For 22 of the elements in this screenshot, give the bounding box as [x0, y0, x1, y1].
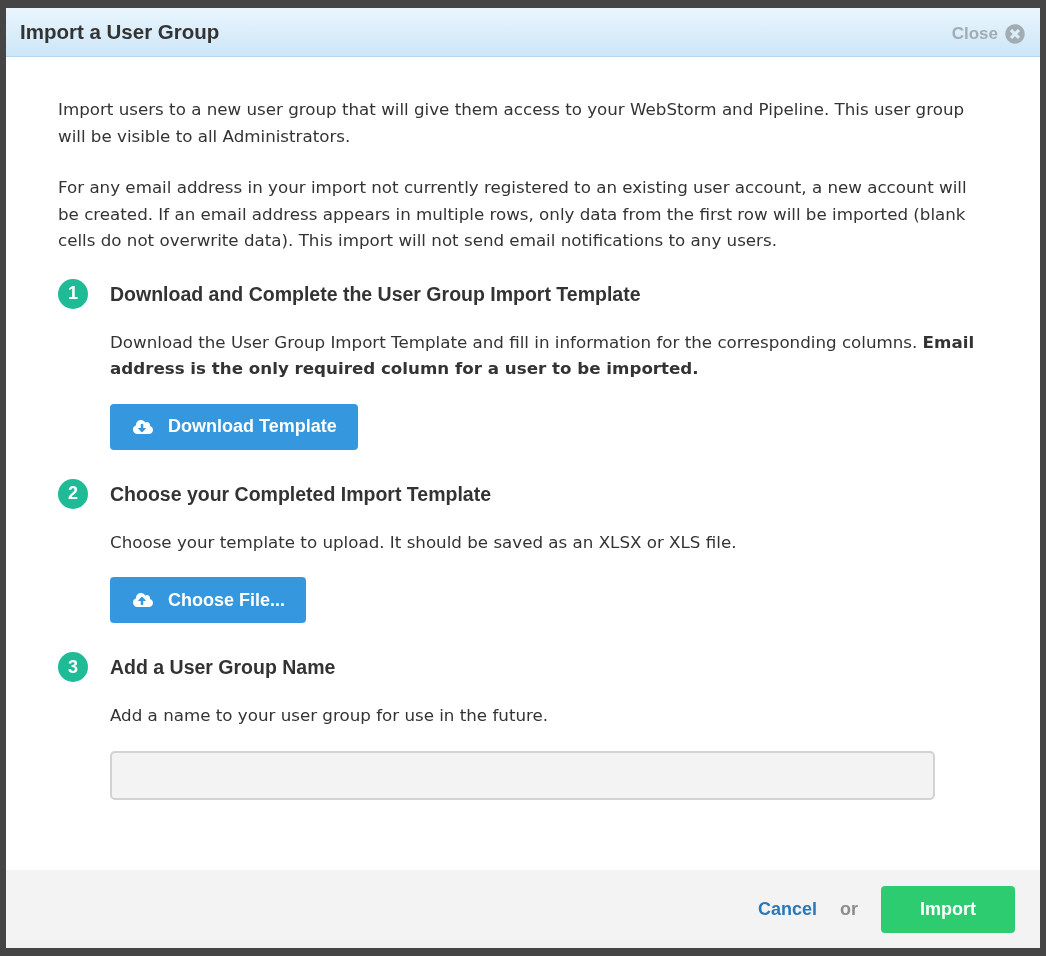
step-title: Choose your Completed Import Template: [110, 481, 491, 507]
cloud-upload-icon: [133, 592, 153, 608]
group-name-field[interactable]: [110, 750, 935, 800]
cancel-link[interactable]: Cancel: [757, 898, 817, 920]
intro-text: For any email address in your import not currently registered to an existing user account, a new account will be created. If an email address appears in multiple rows, only data from the first row will be imported (blank cells do not overwrite data). This import will not send email notifications to any users.: [58, 176, 968, 252]
cloud-download-icon: [133, 418, 153, 435]
download-button[interactable]: Download Template: [110, 403, 358, 450]
step-number: 3: [58, 652, 88, 682]
dialog-title: Import a User Group: [20, 19, 220, 45]
close-icon: [1005, 24, 1025, 44]
import-button[interactable]: Import: [881, 885, 1015, 933]
or-label: or: [840, 898, 858, 920]
step-title: Download and Complete the User Group Import Template: [110, 281, 641, 307]
step-description: Choose your template to upload. It should be saved as an XLSX or XLS file.: [110, 530, 737, 554]
intro-text: Import users to a new user group that will give them access to your WebStorm and Pipeline. This user group will be visible to all Administrators.: [58, 98, 966, 148]
step-description: Add a name to your user group for use in the future.: [110, 704, 549, 727]
close-button[interactable]: Close: [951, 24, 1025, 44]
step-number: 1: [58, 278, 88, 309]
step-description: Download the User Group Import Template and fill in information for the corresponding columns. Email address is the only required column for a user to be imported.: [110, 330, 976, 380]
step-number: 2: [58, 478, 88, 509]
upload-button[interactable]: Choose File...: [110, 577, 307, 623]
step-title: Add a User Group Name: [110, 655, 336, 680]
